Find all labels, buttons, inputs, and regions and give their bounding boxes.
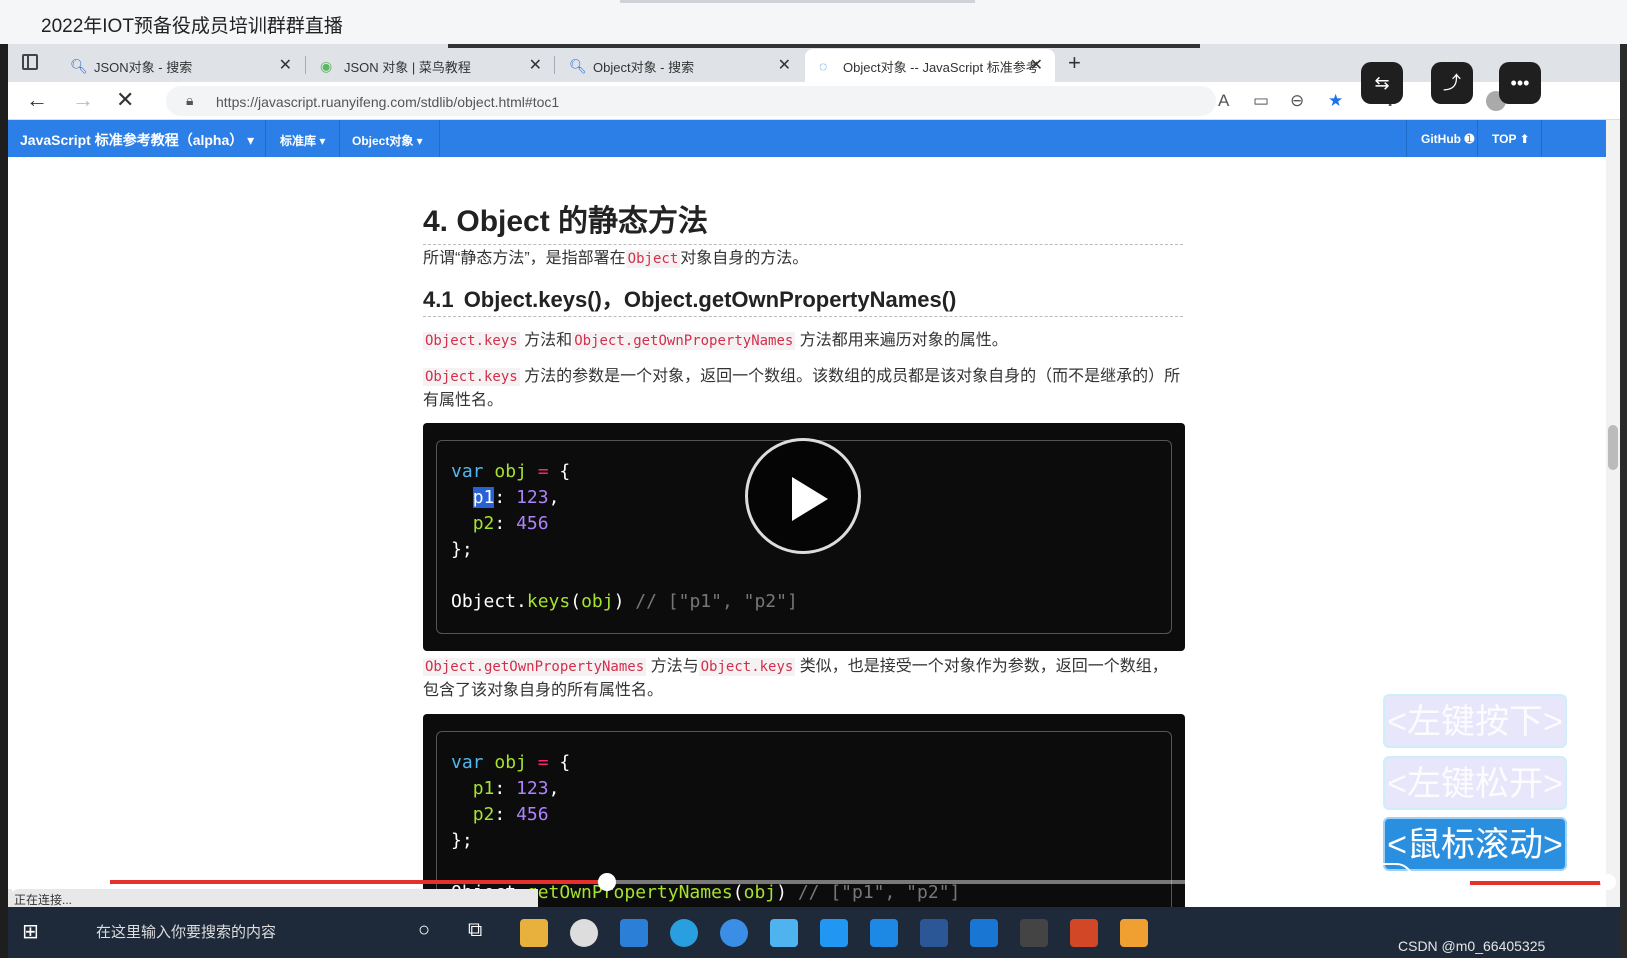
window-title: 2022年IOT预备役成员培训群群直播 (41, 16, 343, 37)
right-edge (1620, 44, 1627, 958)
left-release-indicator: <左键松开> (1383, 756, 1567, 810)
forward-button[interactable]: → (72, 87, 94, 113)
top-bar-shadow (448, 44, 1200, 48)
zoom-out-icon[interactable]: ⊖ (1290, 91, 1304, 111)
tab-actions-icon[interactable] (22, 54, 38, 70)
scrollbar-thumb[interactable] (1608, 425, 1618, 470)
url-field[interactable]: 🔒︎ https://javascript.ruanyifeng.com/std… (166, 86, 1216, 116)
share-icon[interactable]: ⤴ (1431, 62, 1473, 104)
site-favicon-icon: ◉ (320, 58, 333, 74)
dell-icon[interactable] (570, 919, 598, 947)
powerpoint-icon[interactable] (1070, 919, 1098, 947)
video-play-button[interactable] (745, 438, 861, 554)
chat-app-icon[interactable] (820, 919, 848, 947)
window-title-bar: 2022年IOT预备役成员培训群群直播 (0, 0, 1627, 44)
tab-json-runoob[interactable]: ◉ JSON 对象 | 菜鸟教程 ✕ (306, 49, 554, 82)
progress-fill (110, 880, 598, 884)
favorite-star-icon[interactable]: ★ (1328, 91, 1343, 111)
drag-handle[interactable] (620, 0, 975, 3)
paragraph-2: Object.keys 方法的参数是一个对象，返回一个数组。该数组的成员都是该对… (423, 368, 1181, 409)
lock-icon: 🔒︎ (186, 92, 194, 108)
more-options-icon[interactable]: ••• (1499, 62, 1541, 104)
top-link[interactable]: TOP ⬆ (1478, 120, 1542, 157)
word-icon[interactable] (920, 919, 948, 947)
url-text: https://javascript.ruanyifeng.com/stdlib… (216, 94, 560, 110)
site-navbar: JavaScript 标准参考教程（alpha） ▾ 标准库 ▾ Object对… (8, 120, 1606, 157)
volume-knob[interactable] (1600, 874, 1616, 890)
mail-icon[interactable] (620, 919, 648, 947)
back-button[interactable]: ← (26, 87, 48, 113)
paragraph-3: Object.getOwnPropertyNames 方法与 Object.key… (423, 658, 1168, 699)
speed-button[interactable]: x1.5 (1360, 863, 1414, 899)
search-icon: 🔍︎ (569, 58, 587, 74)
video-player-controls: 32:08 01:14:10 x1.5 🔊︎ (0, 863, 1627, 899)
cortana-icon[interactable]: ○ (418, 919, 446, 947)
subsection-heading: 4.1 Object.keys()，Object.getOwnPropertyN… (423, 282, 1183, 317)
read-aloud-icon[interactable]: A (1218, 91, 1229, 111)
progress-bar[interactable] (110, 880, 1270, 884)
tab-json-search[interactable]: 🔍︎ JSON对象 - 搜索 ✕ (56, 49, 304, 82)
meeting-app-icon[interactable] (970, 919, 998, 947)
current-time: 32:08 (48, 869, 97, 890)
search-icon: 🔍︎ (70, 58, 88, 74)
left-press-indicator: <左键按下> (1383, 694, 1567, 748)
feishu-icon[interactable] (870, 919, 898, 947)
taskbar-search[interactable]: 在这里输入你要搜索的内容 (62, 913, 347, 947)
loading-icon: ◌ (819, 58, 828, 74)
windows-start-icon[interactable]: ⊞ (22, 919, 50, 947)
close-icon[interactable]: ✕ (279, 55, 292, 75)
tab-object-search[interactable]: 🔍︎ Object对象 - 搜索 ✕ (555, 49, 803, 82)
cloud-app-icon[interactable] (770, 919, 798, 947)
reader-view-icon[interactable]: ▭ (1253, 91, 1269, 111)
file-explorer-icon[interactable] (520, 919, 548, 947)
watermark: CSDN @m0_66405325 (1398, 938, 1546, 954)
object-menu[interactable]: Object对象 ▾ (340, 120, 440, 157)
volume-icon[interactable]: 🔊︎ (1430, 868, 1444, 894)
page-scrollbar[interactable] (1606, 120, 1620, 958)
intro-paragraph: 所谓“静态方法”，是指部署在 Object 对象自身的方法。 (423, 250, 809, 268)
new-tab-button[interactable]: + (1068, 50, 1081, 76)
tab-object-reference[interactable]: ◌ Object对象 -- JavaScript 标准参考 ✕ (805, 49, 1055, 82)
github-link[interactable]: GitHub ➊ (1406, 120, 1478, 157)
app-icon[interactable] (1020, 919, 1048, 947)
stop-button[interactable]: ✕ (116, 87, 134, 113)
edge-icon[interactable] (670, 919, 698, 947)
paragraph-1: Object.keys 方法和 Object.getOwnPropertyName… (423, 332, 1008, 350)
section-heading: 4. Object 的静态方法 (423, 196, 1183, 245)
progress-knob[interactable] (598, 873, 616, 891)
task-view-icon[interactable]: ⧉ (468, 919, 496, 947)
stdlib-menu[interactable]: 标准库 ▾ (266, 120, 340, 157)
play-icon[interactable] (12, 870, 30, 892)
total-time: 01:14:10 (1237, 869, 1314, 890)
recorder-icon[interactable] (1120, 919, 1148, 947)
site-brand-menu[interactable]: JavaScript 标准参考教程（alpha） ▾ (8, 120, 266, 157)
browser-icon[interactable] (720, 919, 748, 947)
close-icon[interactable]: ✕ (529, 55, 542, 75)
translate-icon[interactable]: ⇆ (1361, 62, 1403, 104)
close-icon[interactable]: ✕ (1030, 55, 1043, 75)
windows-taskbar: ⊞ 在这里输入你要搜索的内容 ○ ⧉ (8, 907, 1620, 958)
article-content: 4. Object 的静态方法 所谓“静态方法”，是指部署在 Object 对象自身… (8, 157, 1606, 958)
volume-bar[interactable] (1470, 881, 1605, 885)
close-icon[interactable]: ✕ (778, 55, 791, 75)
